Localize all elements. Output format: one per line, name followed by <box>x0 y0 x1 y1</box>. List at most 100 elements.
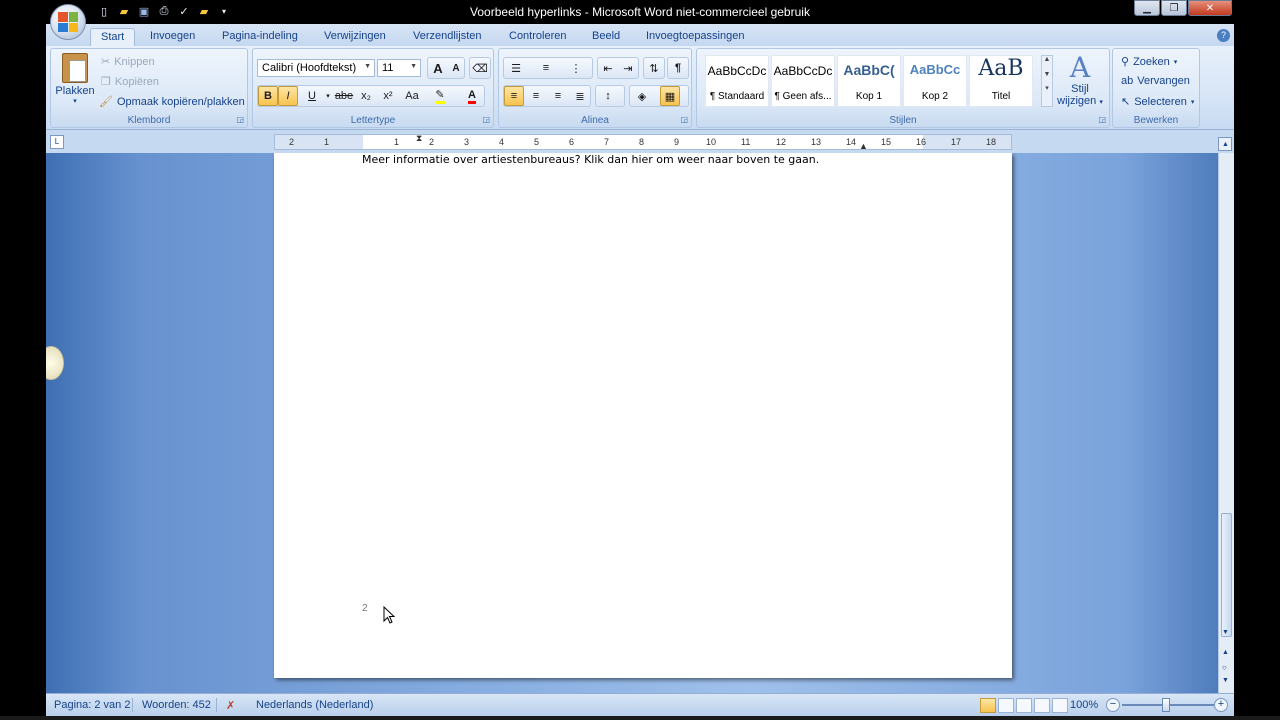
tab-controleren[interactable]: Controleren <box>499 28 576 46</box>
style-geen-afstand[interactable]: AaBbCcDc ¶ Geen afs... <box>771 55 835 107</box>
borders-icon[interactable]: ▦ <box>660 86 680 106</box>
chevron-down-icon: ▾ <box>1190 98 1195 106</box>
clipboard-launcher-icon[interactable]: ◲ <box>236 115 244 124</box>
more-styles-icon[interactable]: ▾ <box>1042 84 1052 92</box>
document-text-line[interactable]: Meer informatie over artiestenbureaus? K… <box>362 153 819 166</box>
ruler-tick: 8 <box>639 137 645 147</box>
show-formatting-button[interactable]: ¶ <box>668 58 688 78</box>
indent-marker-icon[interactable]: ⧗ <box>416 133 422 144</box>
tab-start[interactable]: Start <box>90 28 136 46</box>
restore-button[interactable]: ❐ <box>1161 0 1187 16</box>
vertical-scrollbar[interactable]: ▲ ▼ ▲ ○ ▼ <box>1218 141 1234 693</box>
close-button[interactable]: ✕ <box>1188 0 1232 16</box>
document-page[interactable]: Meer informatie over artiestenbureaus? K… <box>274 153 1012 678</box>
increase-indent-icon[interactable]: ⇥ <box>618 58 638 78</box>
minimize-button[interactable]: ▁ <box>1134 0 1160 16</box>
styles-gallery-scroll[interactable]: ▲ ▼ ▾ <box>1041 55 1053 107</box>
web-layout-view-button[interactable] <box>1016 698 1032 713</box>
full-screen-reading-view-button[interactable] <box>998 698 1014 713</box>
paragraph-group: ☰ ≡ ⋮ ⇤ ⇥ ⇅ ¶ ≡ ≡ ≡ ≣ ↕ ◈ ▦ Alinea ◲ <box>498 48 692 128</box>
proofing-icon[interactable]: ✗ <box>226 699 235 712</box>
justify-icon[interactable]: ≣ <box>570 86 590 106</box>
clear-formatting-icon[interactable]: ⌫ <box>470 58 490 78</box>
align-center-icon[interactable]: ≡ <box>526 86 546 106</box>
find-button[interactable]: ⚲ Zoeken ▾ <box>1121 55 1177 69</box>
tab-verzendlijsten[interactable]: Verzendlijsten <box>403 28 492 46</box>
font-size-box[interactable]: 11 ▼ <box>377 59 421 77</box>
paste-button[interactable]: Plakken ▾ <box>55 53 95 105</box>
zoom-slider-thumb[interactable] <box>1162 698 1170 712</box>
title-bar: ▯ ▰ ▣ ⎙ ✓ ▰ ▾ Voorbeeld hyperlinks - Mic… <box>46 0 1234 24</box>
alignment-group: ≡ ≡ ≡ ≣ <box>503 85 591 107</box>
browse-object-icon[interactable]: ○ <box>1222 663 1227 672</box>
change-case-button[interactable]: Aa <box>402 86 422 106</box>
cut-button[interactable]: ✂ Knippen <box>101 55 155 69</box>
styles-launcher-icon[interactable]: ◲ <box>1098 115 1106 124</box>
status-language[interactable]: Nederlands (Nederland) <box>256 699 373 711</box>
tab-invoegtoepassingen[interactable]: Invoegtoepassingen <box>636 28 754 46</box>
chevron-up-icon[interactable]: ▲ <box>1042 56 1052 63</box>
line-spacing-icon[interactable]: ↕ <box>598 86 618 106</box>
align-right-icon[interactable]: ≡ <box>548 86 568 106</box>
style-sample: AaBbCcDc <box>773 64 833 78</box>
bold-button[interactable]: B <box>258 86 278 106</box>
tab-pagina-indeling[interactable]: Pagina-indeling <box>212 28 308 46</box>
grow-font-button[interactable]: A <box>428 58 448 78</box>
sort-icon[interactable]: ⇅ <box>644 58 664 78</box>
strikethrough-button[interactable]: abe <box>334 86 354 106</box>
zoom-out-button[interactable]: − <box>1106 698 1120 712</box>
chevron-up-icon[interactable]: ▲ <box>1222 141 1229 148</box>
font-color-button[interactable]: A <box>462 86 482 106</box>
decrease-indent-icon[interactable]: ⇤ <box>598 58 618 78</box>
format-painter-button[interactable]: 🖌 Opmaak kopiëren/plakken <box>99 95 245 109</box>
zoom-slider-track[interactable] <box>1122 704 1226 706</box>
style-standaard[interactable]: AaBbCcDc ¶ Standaard <box>705 55 769 107</box>
right-indent-marker-icon[interactable]: ▲ <box>859 141 868 151</box>
superscript-button[interactable]: x² <box>378 86 398 106</box>
style-kop-2[interactable]: AaBbCc Kop 2 <box>903 55 967 107</box>
chevron-down-icon[interactable]: ▼ <box>1042 71 1052 78</box>
next-page-icon[interactable]: ▼ <box>1222 677 1229 684</box>
status-separator <box>132 698 133 712</box>
print-layout-view-button[interactable] <box>980 698 996 713</box>
indent-group: ⇤ ⇥ <box>597 57 639 79</box>
italic-button[interactable]: I <box>278 86 298 106</box>
style-titel[interactable]: AaB Titel <box>969 55 1033 107</box>
replace-button[interactable]: ab Vervangen <box>1121 75 1190 87</box>
chevron-down-icon: ▾ <box>1099 99 1103 106</box>
previous-page-icon[interactable]: ▲ <box>1222 649 1229 656</box>
draft-view-button[interactable] <box>1052 698 1068 713</box>
tab-beeld[interactable]: Beeld <box>582 28 630 46</box>
scrollbar-thumb[interactable] <box>1221 513 1232 637</box>
ruler-tick: 1 <box>324 137 330 147</box>
help-icon[interactable]: ? <box>1217 29 1230 42</box>
numbering-icon[interactable]: ≡ <box>536 58 556 78</box>
horizontal-ruler[interactable]: 2 1 1 2 3 4 5 6 7 8 9 10 11 12 13 14 15 … <box>274 133 1012 151</box>
outline-view-button[interactable] <box>1034 698 1050 713</box>
tab-verwijzingen[interactable]: Verwijzingen <box>314 28 396 46</box>
align-left-icon[interactable]: ≡ <box>504 86 524 106</box>
change-styles-button[interactable]: A Stijl wijzigen ▾ <box>1055 53 1105 108</box>
zoom-in-button[interactable]: + <box>1214 698 1228 712</box>
office-button[interactable] <box>50 4 86 40</box>
paragraph-launcher-icon[interactable]: ◲ <box>680 115 688 124</box>
font-name-box[interactable]: Calibri (Hoofdtekst) ▼ <box>257 59 375 77</box>
copy-button[interactable]: ❐ Kopiëren <box>101 75 159 89</box>
chevron-down-icon[interactable]: ▼ <box>1222 629 1229 636</box>
style-kop-1[interactable]: AaBbC( Kop 1 <box>837 55 901 107</box>
tab-invoegen[interactable]: Invoegen <box>140 28 205 46</box>
highlight-button[interactable]: ✎ <box>430 86 450 106</box>
multilevel-list-icon[interactable]: ⋮ <box>566 58 586 78</box>
font-launcher-icon[interactable]: ◲ <box>482 115 490 124</box>
tab-selector[interactable]: L <box>50 135 64 149</box>
bullets-icon[interactable]: ☰ <box>506 58 526 78</box>
shading-icon[interactable]: ◈ <box>632 86 652 106</box>
replace-icon: ab <box>1121 75 1134 87</box>
subscript-button[interactable]: x₂ <box>356 86 376 106</box>
style-sample: AaBbCcDc <box>707 64 767 78</box>
status-page[interactable]: Pagina: 2 van 2 <box>54 699 130 711</box>
select-button[interactable]: ↖ Selecteren ▾ <box>1121 95 1195 109</box>
zoom-level[interactable]: 100% <box>1070 699 1098 711</box>
status-words[interactable]: Woorden: 452 <box>142 699 211 711</box>
shrink-font-button[interactable]: A <box>446 58 466 78</box>
